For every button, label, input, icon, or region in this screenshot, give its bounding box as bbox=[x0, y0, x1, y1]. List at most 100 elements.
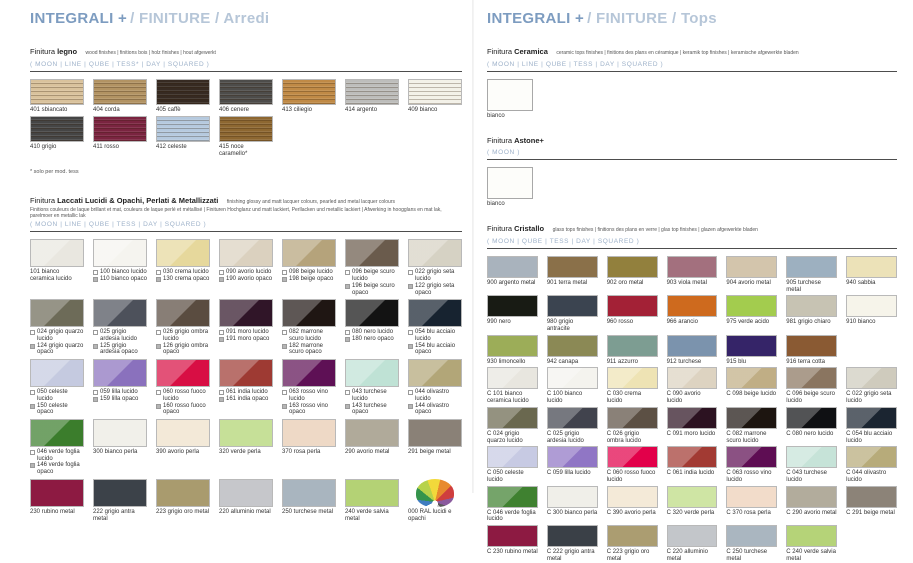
swatch-label: 082 marrone scuro lucido182 marrone scur… bbox=[282, 329, 336, 356]
finish-swatch-cell: 230 rubino metal bbox=[30, 479, 84, 522]
finish-swatch-cell: 901 terra metal bbox=[547, 256, 598, 293]
swatch-label: C 082 marrone scuro lucido bbox=[726, 431, 777, 444]
swatch-code-name: C 222 grigio antra metal bbox=[547, 549, 598, 562]
section-label: Finitura bbox=[30, 47, 57, 56]
swatch-label: 900 argento metal bbox=[487, 280, 538, 287]
color-swatch bbox=[846, 367, 897, 389]
color-swatch bbox=[408, 419, 462, 447]
page-gutter-divider bbox=[472, 0, 474, 493]
section-header: Finitura Laccati Lucidi & Opachi, Perlat… bbox=[30, 190, 462, 208]
color-swatch bbox=[846, 446, 897, 468]
swatch-label: C 100 bianco lucido bbox=[547, 391, 598, 404]
finish-swatch-cell: 101 bianco ceramica lucido bbox=[30, 239, 84, 296]
swatch-code-name: C 080 nero lucido bbox=[786, 431, 833, 438]
swatch-code-name: 163 rosso vino opaco bbox=[289, 403, 336, 416]
swatch-label: 061 india lucido161 india opaco bbox=[219, 389, 273, 402]
finish-swatch-cell: 903 viola metal bbox=[667, 256, 718, 293]
swatch-label: C 290 avorio metal bbox=[786, 510, 837, 517]
swatch-code-name: 082 marrone scuro lucido bbox=[289, 329, 336, 342]
swatch-label: C 044 olivastro lucido bbox=[846, 470, 897, 483]
swatch-label: 046 verde foglia lucido146 verde foglia … bbox=[30, 449, 84, 476]
gloss-marker-icon bbox=[93, 390, 98, 395]
color-swatch bbox=[487, 367, 538, 389]
color-swatch bbox=[93, 239, 147, 267]
matt-marker-icon bbox=[219, 277, 224, 282]
swatch-label: 975 verde acido bbox=[726, 319, 777, 326]
swatch-label: 405 caffè bbox=[156, 107, 210, 114]
astone-bianco-swatch bbox=[487, 167, 533, 199]
swatch-label: C 024 grigio quarzo lucido bbox=[487, 431, 538, 444]
matt-marker-icon bbox=[93, 397, 98, 402]
swatch-code-name: 161 india opaco bbox=[226, 396, 268, 403]
swatch-code-name: 160 rosso fuoco opaco bbox=[163, 403, 210, 416]
swatch-label: 905 turchese metal bbox=[786, 280, 837, 293]
footnote: * solo per mod. tess bbox=[30, 169, 462, 175]
color-swatch bbox=[345, 359, 399, 387]
swatch-label: 054 blu acciaio lucido154 blu acciaio op… bbox=[408, 329, 462, 356]
page-title-arredi: INTEGRALI +/ FINITURE / Arredi bbox=[30, 10, 462, 27]
swatch-code-name: 910 bianco bbox=[846, 319, 875, 326]
color-swatch bbox=[408, 79, 462, 105]
finish-swatch-cell: 405 caffè bbox=[156, 79, 210, 114]
swatch-label: 401 sbiancato bbox=[30, 107, 84, 114]
color-swatch bbox=[345, 239, 399, 267]
swatch-code-name: C 082 marrone scuro lucido bbox=[726, 431, 777, 444]
swatch-label: C 063 rosso vino lucido bbox=[726, 470, 777, 483]
swatch-code-name: 912 turchese bbox=[667, 359, 702, 366]
section-header: Finitura legno wood finishes | finitions… bbox=[30, 41, 462, 59]
color-swatch bbox=[487, 525, 538, 547]
finish-swatch-cell: 030 crema lucido130 crema opaco bbox=[156, 239, 210, 296]
color-swatch bbox=[156, 239, 210, 267]
finish-swatch-cell: C 046 verde foglia lucido bbox=[487, 486, 538, 523]
finish-swatch-cell: 300 bianco perla bbox=[93, 419, 147, 476]
finish-swatch-cell: 223 grigio oro metal bbox=[156, 479, 210, 522]
swatch-label: 413 ciliegio bbox=[282, 107, 336, 114]
color-swatch bbox=[547, 446, 598, 468]
swatch-code-name: 063 rosso vino lucido bbox=[289, 389, 336, 402]
swatch-code-name: C 240 verde salvia metal bbox=[786, 549, 837, 562]
finish-swatch-cell: 291 beige metal bbox=[408, 419, 462, 476]
finish-swatch-cell: C 022 grigio seta lucido bbox=[846, 367, 897, 404]
finish-swatch-cell: C 082 marrone scuro lucido bbox=[726, 407, 777, 444]
page-tops: INTEGRALI +/ FINITURE / Tops Finitura Ce… bbox=[487, 10, 897, 563]
swatch-code-name: C 061 india lucido bbox=[667, 470, 715, 477]
swatch-label: C 090 avorio lucido bbox=[667, 391, 718, 404]
finish-swatch-cell: 930 limoncello bbox=[487, 335, 538, 366]
finish-swatch-cell: 912 turchese bbox=[667, 335, 718, 366]
section-label: Finitura bbox=[487, 47, 514, 56]
color-swatch bbox=[607, 295, 658, 317]
color-swatch bbox=[607, 446, 658, 468]
swatch-code-name: 240 verde salvia metal bbox=[345, 509, 399, 522]
swatch-code-name: 080 nero lucido bbox=[352, 329, 393, 336]
gloss-marker-icon bbox=[219, 390, 224, 395]
swatch-code-name: C 054 blu acciaio lucido bbox=[846, 431, 897, 444]
swatch-code-name: C 043 turchese lucido bbox=[786, 470, 837, 483]
swatch-label: C 050 celeste lucido bbox=[487, 470, 538, 483]
swatch-code-name: C 320 verde perla bbox=[667, 510, 715, 517]
color-swatch bbox=[345, 79, 399, 105]
swatch-code-name: 025 grigio ardesia lucido bbox=[100, 329, 147, 342]
finish-swatch-cell: 220 alluminio metal bbox=[219, 479, 273, 522]
swatch-code-name: C 390 avorio perla bbox=[607, 510, 656, 517]
finish-swatch-cell: 980 grigio antracite bbox=[547, 295, 598, 332]
swatch-label: 903 viola metal bbox=[667, 280, 718, 287]
swatch-label: 980 grigio antracite bbox=[547, 319, 598, 332]
matt-marker-icon bbox=[30, 404, 35, 409]
swatch-label: bianco bbox=[487, 201, 897, 207]
finish-swatch-cell: 096 beige scuro lucido196 beige scuro op… bbox=[345, 239, 399, 296]
color-swatch bbox=[487, 486, 538, 508]
swatch-label: 223 grigio oro metal bbox=[156, 509, 210, 516]
swatch-label: C 240 verde salvia metal bbox=[786, 549, 837, 562]
swatch-label: 404 corda bbox=[93, 107, 147, 114]
finish-swatch-cell: 413 ciliegio bbox=[282, 79, 336, 114]
finish-swatch-cell: 000 RAL lucidi e opachi bbox=[408, 479, 462, 522]
color-swatch bbox=[282, 299, 336, 327]
swatch-label: 411 rosso bbox=[93, 144, 147, 151]
section-header: Finitura Astone+ bbox=[487, 130, 897, 148]
swatch-label: 290 avorio metal bbox=[345, 449, 399, 456]
swatch-code-name: 198 beige opaco bbox=[289, 276, 333, 283]
swatch-code-name: C 290 avorio metal bbox=[786, 510, 836, 517]
swatch-code-name: C 090 avorio lucido bbox=[667, 391, 718, 404]
swatch-code-name: C 300 bianco perla bbox=[547, 510, 597, 517]
gloss-marker-icon bbox=[93, 330, 98, 335]
